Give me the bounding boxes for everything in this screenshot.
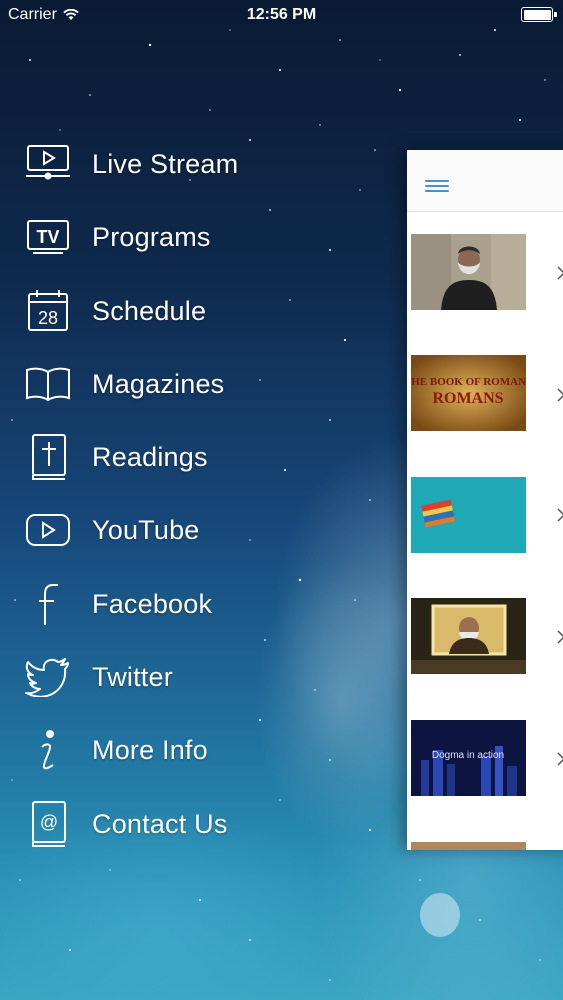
- menu-label-programs: Programs: [92, 221, 211, 252]
- menu-item-more-info[interactable]: More Info: [24, 720, 394, 780]
- menu-label-youtube: YouTube: [92, 514, 200, 545]
- tv-icon: TV: [24, 213, 72, 261]
- menu-label-readings: Readings: [92, 441, 208, 472]
- live-stream-icon: [24, 140, 72, 188]
- menu-item-facebook[interactable]: Facebook: [24, 574, 394, 634]
- menu-label-live-stream: Live Stream: [92, 148, 239, 179]
- status-bar: Carrier 12:56 PM: [0, 0, 563, 30]
- youtube-icon: [24, 506, 72, 554]
- content-panel: THE BOOK OF ROMANS ROMANS: [407, 150, 563, 850]
- facebook-icon: [24, 580, 72, 628]
- thumbnail-2-caption: THE BOOK OF ROMANS: [411, 376, 526, 388]
- menu-label-twitter: Twitter: [92, 661, 173, 692]
- video-thumbnail-1[interactable]: [411, 234, 526, 310]
- menu-label-schedule: Schedule: [92, 295, 207, 326]
- twitter-icon: [24, 653, 72, 701]
- panel-header: [407, 150, 563, 212]
- menu-label-contact-us: Contact Us: [92, 808, 228, 839]
- tv-icon-text: TV: [36, 227, 59, 247]
- menu-item-magazines[interactable]: Magazines: [24, 354, 394, 414]
- chevron-right-icon: [557, 630, 563, 644]
- svg-text:@: @: [40, 812, 58, 832]
- menu-label-more-info: More Info: [92, 734, 208, 765]
- info-icon: [24, 726, 72, 774]
- thumbnail-5-caption: Dogma in action: [432, 750, 504, 761]
- chevron-right-icon: [557, 752, 563, 766]
- video-thumbnail-3[interactable]: [411, 477, 526, 553]
- menu-item-youtube[interactable]: YouTube: [24, 500, 394, 560]
- bible-icon: [24, 433, 72, 481]
- battery-icon: [521, 7, 557, 22]
- video-thumbnail-5[interactable]: Dogma in action: [411, 720, 526, 796]
- menu-item-contact-us[interactable]: @ Contact Us: [24, 794, 394, 854]
- chevron-right-icon: [557, 508, 563, 522]
- calendar-day: 28: [38, 308, 58, 328]
- hamburger-icon[interactable]: [425, 180, 449, 196]
- menu-item-schedule[interactable]: 28 Schedule: [24, 281, 394, 341]
- contact-icon: @: [24, 800, 72, 848]
- status-time: 12:56 PM: [246, 6, 317, 23]
- book-icon: [24, 360, 72, 408]
- video-thumbnail-6[interactable]: [411, 842, 526, 850]
- menu-item-live-stream[interactable]: Live Stream: [24, 134, 394, 194]
- menu-label-magazines: Magazines: [92, 368, 225, 399]
- menu-label-facebook: Facebook: [92, 588, 213, 619]
- menu-item-readings[interactable]: Readings: [24, 427, 394, 487]
- svg-text:ROMANS: ROMANS: [432, 390, 503, 407]
- menu-item-twitter[interactable]: Twitter: [24, 647, 394, 707]
- chevron-right-icon: [557, 266, 563, 280]
- chevron-right-icon: [557, 388, 563, 402]
- menu-item-programs[interactable]: TV Programs: [24, 207, 394, 267]
- video-thumbnail-4[interactable]: [411, 598, 526, 674]
- video-thumbnail-2[interactable]: THE BOOK OF ROMANS ROMANS: [411, 355, 526, 431]
- calendar-icon: 28: [24, 287, 72, 335]
